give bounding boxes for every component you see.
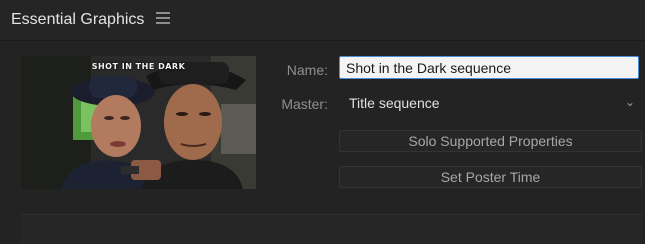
master-dropdown-value: Title sequence: [349, 95, 440, 111]
properties-area: [21, 214, 642, 244]
poster-thumbnail: SHOT IN THE DARK: [21, 56, 256, 189]
master-dropdown[interactable]: Title sequence ⌄: [339, 92, 641, 115]
essential-graphics-panel: Essential Graphics SHOT IN THE DARK Name…: [0, 0, 645, 244]
header-divider: [0, 40, 645, 41]
thumbnail-image: [21, 56, 256, 189]
master-label: Master:: [281, 96, 328, 112]
hamburger-menu-icon[interactable]: [156, 12, 170, 24]
panel-header: Essential Graphics: [0, 0, 645, 40]
set-poster-time-button[interactable]: Set Poster Time: [339, 166, 642, 188]
name-label: Name:: [286, 62, 328, 78]
chevron-down-icon: ⌄: [624, 95, 635, 109]
panel-title: Essential Graphics: [11, 11, 145, 28]
name-input[interactable]: [339, 56, 639, 79]
solo-supported-properties-button[interactable]: Solo Supported Properties: [339, 130, 642, 152]
thumbnail-caption: SHOT IN THE DARK: [91, 62, 186, 71]
